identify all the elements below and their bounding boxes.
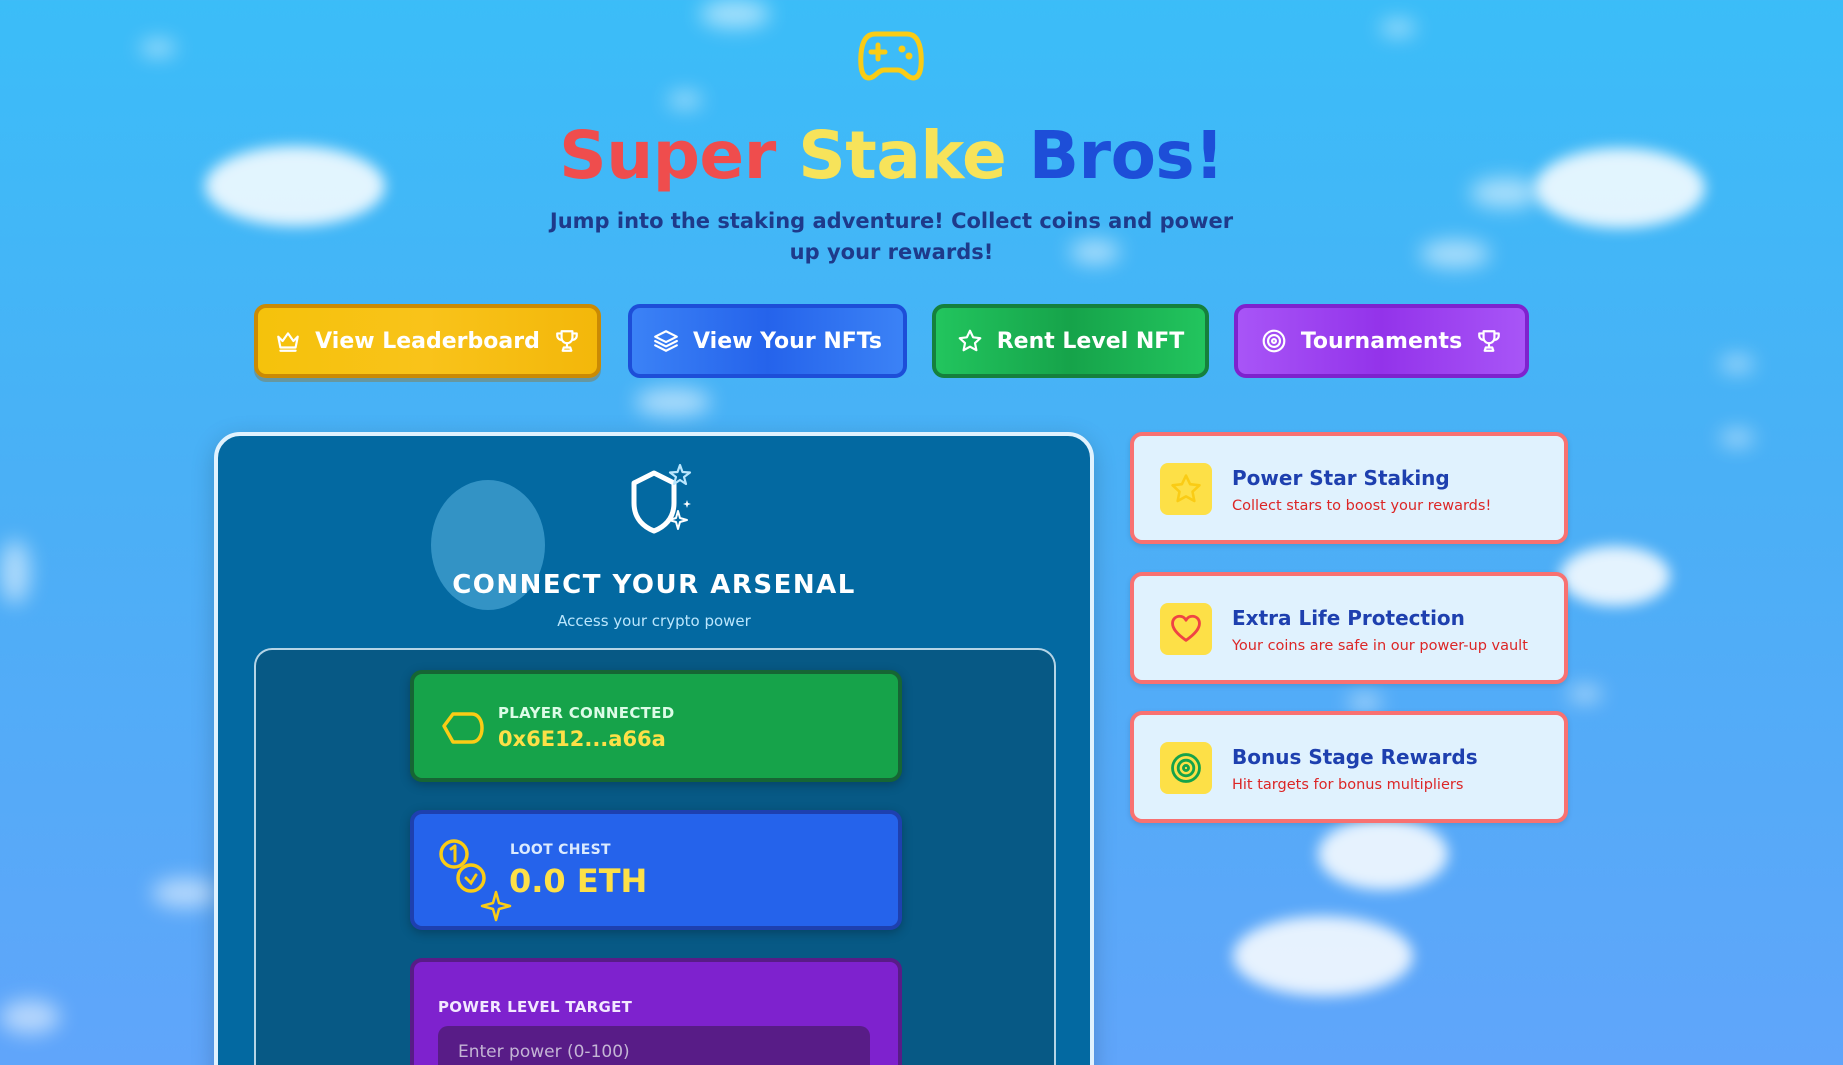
arsenal-title: CONNECT YOUR ARSENAL (452, 570, 856, 600)
view-nfts-label: View Your NFTs (693, 328, 882, 354)
arsenal-subtitle: Access your crypto power (557, 612, 751, 630)
cloud (1380, 20, 1416, 36)
cloud (1720, 430, 1754, 446)
feature-description: Collect stars to boost your rewards! (1232, 498, 1492, 514)
gamepad-icon (858, 31, 924, 81)
star-icon-badge (1160, 463, 1212, 515)
power-level-input[interactable] (438, 1026, 870, 1065)
wallet-icon (442, 712, 484, 744)
cloud (700, 0, 770, 28)
view-leaderboard-button[interactable]: View Leaderboard (254, 304, 601, 378)
power-level-label: POWER LEVEL TARGET (438, 998, 633, 1016)
cloud (0, 540, 30, 604)
title-word-super: Super (559, 117, 776, 194)
arsenal-panel: CONNECT YOUR ARSENAL Access your crypto … (214, 432, 1094, 1065)
page-subtitle: Jump into the staking adventure! Collect… (549, 209, 1234, 264)
cloud (1568, 686, 1602, 702)
trophy-icon (1478, 330, 1501, 352)
star-icon (1171, 474, 1201, 503)
heart-icon (1171, 614, 1201, 642)
shield-sparkle-icon (631, 463, 692, 534)
feature-title: Bonus Stage Rewards (1232, 745, 1478, 769)
rent-level-nft-label: Rent Level NFT (996, 328, 1185, 354)
target-icon (1171, 753, 1201, 783)
power-level-card: POWER LEVEL TARGET (410, 958, 902, 1065)
loot-chest-label: LOOT CHEST (510, 842, 611, 858)
cloud (1318, 818, 1448, 890)
coins-icon (439, 839, 512, 922)
title-word-stake: Stake (798, 117, 1007, 194)
player-connected-label: PLAYER CONNECTED (498, 704, 675, 722)
loot-chest-card: LOOT CHEST 0.0 ETH (410, 810, 902, 930)
player-connected-card[interactable]: PLAYER CONNECTED 0x6E12...a66a (410, 670, 902, 782)
view-leaderboard-label: View Leaderboard (315, 328, 540, 354)
loot-chest-value: 0.0 ETH (509, 862, 648, 900)
cloud (668, 92, 702, 108)
cloud (1720, 356, 1754, 372)
star-icon (958, 329, 982, 352)
target-icon (1262, 329, 1286, 353)
feature-title: Power Star Staking (1232, 466, 1450, 490)
layers-icon (654, 330, 678, 352)
page-title: Super Stake Bros! (0, 118, 1783, 194)
wallet-box: PLAYER CONNECTED 0x6E12...a66a LOOT CHES… (254, 648, 1056, 1065)
target-icon-badge (1160, 742, 1212, 794)
cloud (1560, 546, 1670, 606)
cloud (1348, 694, 1382, 710)
view-nfts-button[interactable]: View Your NFTs (628, 304, 907, 378)
feature-power-star-staking: Power Star Staking Collect stars to boos… (1130, 432, 1568, 544)
heart-icon-badge (1160, 603, 1212, 655)
cloud (635, 388, 711, 416)
cloud (1420, 240, 1490, 268)
feature-bonus-stage-rewards: Bonus Stage Rewards Hit targets for bonu… (1130, 711, 1568, 823)
title-word-bros: Bros! (1028, 117, 1225, 194)
feature-description: Hit targets for bonus multipliers (1232, 777, 1464, 793)
cloud (140, 40, 176, 56)
tournaments-button[interactable]: Tournaments (1234, 304, 1529, 378)
trophy-icon (556, 330, 578, 352)
cloud (1233, 916, 1413, 996)
cloud (152, 878, 218, 908)
tournaments-label: Tournaments (1300, 328, 1463, 354)
cloud (0, 1000, 60, 1034)
feature-title: Extra Life Protection (1232, 606, 1465, 630)
rent-level-nft-button[interactable]: Rent Level NFT (932, 304, 1209, 378)
feature-extra-life-protection: Extra Life Protection Your coins are saf… (1130, 572, 1568, 684)
feature-description: Your coins are safe in our power-up vaul… (1232, 638, 1528, 654)
crown-icon (277, 332, 299, 352)
wallet-address: 0x6E12...a66a (498, 727, 666, 751)
